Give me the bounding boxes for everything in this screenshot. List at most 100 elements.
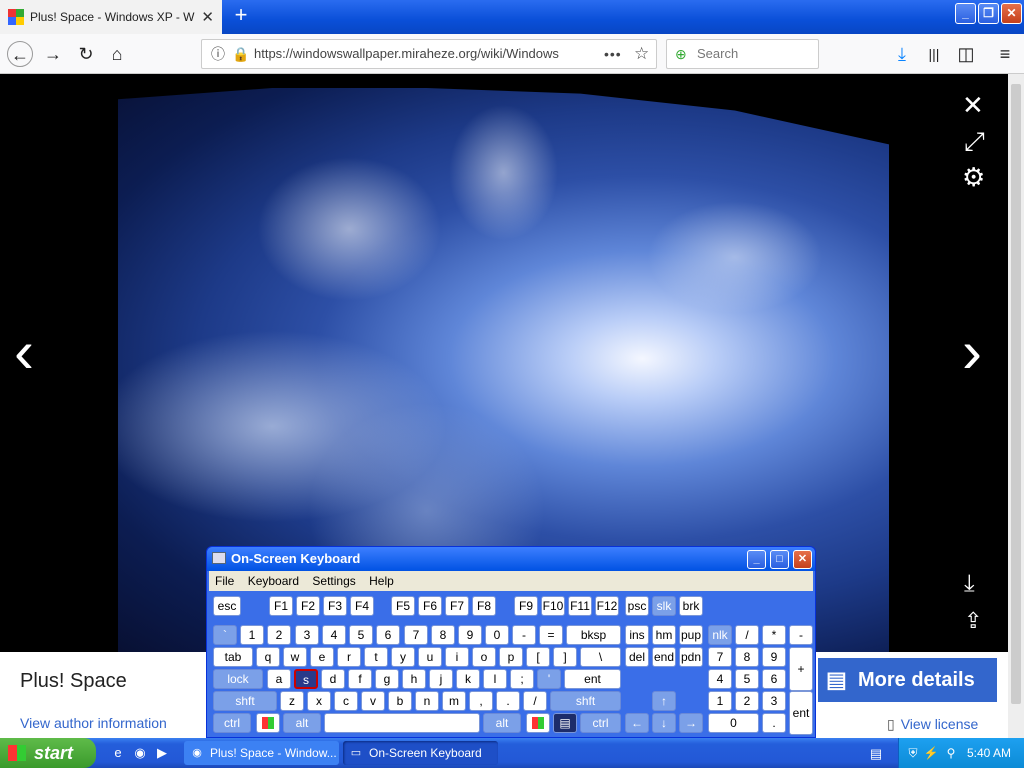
reload-button[interactable]: ↻: [73, 41, 99, 67]
key-k3[interactable]: 3: [762, 691, 786, 711]
more-details-button[interactable]: ▤ More details: [818, 658, 997, 702]
menu-settings[interactable]: Settings: [312, 574, 355, 588]
key-k[interactable]: k: [456, 669, 480, 689]
key-lock[interactable]: lock: [213, 669, 263, 689]
key-right[interactable]: →: [679, 713, 703, 733]
view-license-link[interactable]: ▯ View license: [887, 716, 978, 733]
scrollbar-thumb[interactable]: [1011, 84, 1021, 704]
key-alt[interactable]: alt: [283, 713, 321, 733]
key-f4[interactable]: F4: [350, 596, 374, 616]
key-q[interactable]: q: [256, 647, 280, 667]
key-k4[interactable]: 4: [708, 669, 732, 689]
key-bsl[interactable]: \: [580, 647, 621, 667]
key-c[interactable]: c: [334, 691, 358, 711]
search-icon[interactable]: ⚲: [943, 745, 959, 761]
key-ctrl[interactable]: ctrl: [213, 713, 251, 733]
key-l[interactable]: l: [483, 669, 507, 689]
key-k2[interactable]: 2: [735, 691, 759, 711]
key-k5[interactable]: 5: [735, 669, 759, 689]
osk-minimize-button[interactable]: _: [747, 550, 766, 569]
key-kadd[interactable]: +: [789, 647, 813, 691]
key-nlk[interactable]: nlk: [708, 625, 732, 645]
key-grave[interactable]: `: [213, 625, 237, 645]
task-button-osk[interactable]: ▭ On-Screen Keyboard: [343, 741, 498, 765]
key-o[interactable]: o: [472, 647, 496, 667]
key-f12[interactable]: F12: [595, 596, 619, 616]
key-esc[interactable]: esc: [213, 596, 241, 616]
key-f10[interactable]: F10: [541, 596, 565, 616]
key-n0[interactable]: 0: [485, 625, 509, 645]
osk-maximize-button[interactable]: □: [770, 550, 789, 569]
key-j[interactable]: j: [429, 669, 453, 689]
key-f5[interactable]: F5: [391, 596, 415, 616]
settings-gear-icon[interactable]: ⚙: [962, 162, 985, 193]
key-f3[interactable]: F3: [323, 596, 347, 616]
key-f11[interactable]: F11: [568, 596, 592, 616]
key-lbr[interactable]: [: [526, 647, 550, 667]
key-k1[interactable]: 1: [708, 691, 732, 711]
key-f8[interactable]: F8: [472, 596, 496, 616]
key-shft[interactable]: shft: [213, 691, 277, 711]
key-kent[interactable]: ent: [789, 691, 813, 735]
menu-icon[interactable]: ≡: [992, 41, 1018, 67]
key-end[interactable]: end: [652, 647, 676, 667]
key-k8[interactable]: 8: [735, 647, 759, 667]
key-rshft[interactable]: shft: [550, 691, 621, 711]
key-d[interactable]: d: [321, 669, 345, 689]
key-down[interactable]: ↓: [652, 713, 676, 733]
key-kdot[interactable]: .: [762, 713, 786, 733]
download-icon[interactable]: ⤓: [889, 41, 915, 67]
key-slash[interactable]: /: [523, 691, 547, 711]
close-icon[interactable]: ✕: [962, 90, 984, 121]
key-n[interactable]: n: [415, 691, 439, 711]
key-r[interactable]: r: [337, 647, 361, 667]
key-del[interactable]: del: [625, 647, 649, 667]
key-slk[interactable]: slk: [652, 596, 676, 616]
osk-title-bar[interactable]: On-Screen Keyboard _ □ ✕: [207, 547, 815, 571]
windows-key-icon[interactable]: [256, 713, 280, 733]
key-n4[interactable]: 4: [322, 625, 346, 645]
start-button[interactable]: start: [0, 738, 96, 768]
key-pdn[interactable]: pdn: [679, 647, 703, 667]
clock[interactable]: 5:40 AM: [967, 738, 1011, 768]
key-rctrl[interactable]: ctrl: [580, 713, 621, 733]
menu-help[interactable]: Help: [369, 574, 394, 588]
key-left[interactable]: ←: [625, 713, 649, 733]
key-a[interactable]: a: [267, 669, 291, 689]
previous-arrow-icon[interactable]: ‹: [14, 322, 34, 382]
key-f7[interactable]: F7: [445, 596, 469, 616]
key-n1[interactable]: 1: [240, 625, 264, 645]
key-b[interactable]: b: [388, 691, 412, 711]
bookmark-star-icon[interactable]: ☆: [634, 40, 649, 68]
key-n5[interactable]: 5: [349, 625, 373, 645]
library-icon[interactable]: |||: [921, 41, 947, 67]
page-actions-icon[interactable]: •••: [604, 40, 622, 68]
key-pup[interactable]: pup: [679, 625, 703, 645]
key-x[interactable]: x: [307, 691, 331, 711]
key-n2[interactable]: 2: [267, 625, 291, 645]
key-e[interactable]: e: [310, 647, 334, 667]
new-tab-button[interactable]: +: [230, 4, 252, 28]
tab-close-icon[interactable]: ✕: [201, 8, 214, 26]
browser-tab[interactable]: Plus! Space - Windows XP - Windo ✕: [0, 0, 222, 34]
window-restore-button[interactable]: ❐: [978, 3, 999, 24]
menu-file[interactable]: File: [215, 574, 234, 588]
key-tab[interactable]: tab: [213, 647, 253, 667]
windows-key-icon[interactable]: [526, 713, 550, 733]
key-comma[interactable]: ,: [469, 691, 493, 711]
key-kdiv[interactable]: /: [735, 625, 759, 645]
download-icon[interactable]: ⤓: [964, 570, 975, 598]
key-minus[interactable]: -: [512, 625, 536, 645]
key-n7[interactable]: 7: [404, 625, 428, 645]
back-button[interactable]: ←: [7, 41, 33, 67]
key-s[interactable]: s: [294, 669, 318, 689]
key-f2[interactable]: F2: [296, 596, 320, 616]
key-w[interactable]: w: [283, 647, 307, 667]
key-h[interactable]: h: [402, 669, 426, 689]
window-minimize-button[interactable]: _: [955, 3, 976, 24]
key-f9[interactable]: F9: [514, 596, 538, 616]
internet-explorer-icon[interactable]: e: [110, 745, 126, 761]
key-i[interactable]: i: [445, 647, 469, 667]
key-f6[interactable]: F6: [418, 596, 442, 616]
key-k9[interactable]: 9: [762, 647, 786, 667]
